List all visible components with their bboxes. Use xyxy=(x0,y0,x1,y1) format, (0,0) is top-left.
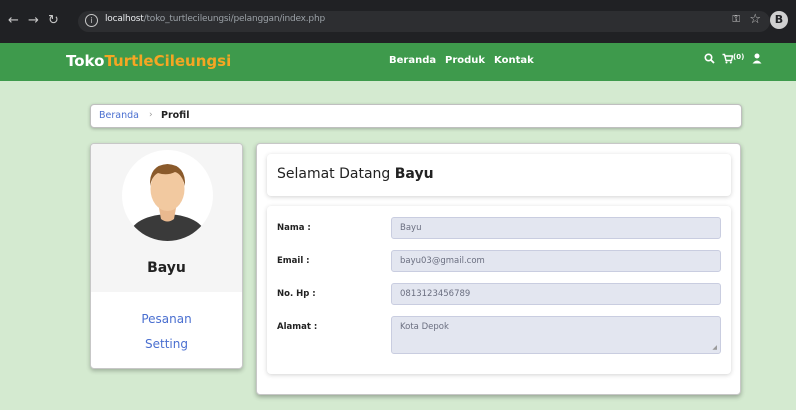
key-icon[interactable]: ⚿ xyxy=(732,14,740,25)
nama-field[interactable]: Bayu xyxy=(391,217,721,239)
nav-link-produk[interactable]: Produk xyxy=(445,55,485,66)
label-alamat: Alamat : xyxy=(277,322,318,332)
forward-icon[interactable]: → xyxy=(28,12,39,30)
profile-link-pesanan[interactable]: Pesanan xyxy=(91,312,242,326)
profile-form: Nama : Bayu Email : bayu03@gmail.com No.… xyxy=(267,206,731,374)
breadcrumb-current: Profil xyxy=(161,110,190,121)
nav-link-beranda[interactable]: Beranda xyxy=(389,55,436,66)
search-icon[interactable] xyxy=(704,53,715,67)
reload-icon[interactable]: ↻ xyxy=(48,12,59,30)
url-text[interactable]: localhost/toko_turtlecileungsi/pelanggan… xyxy=(105,14,325,24)
cart-button[interactable]: (0) xyxy=(722,53,744,67)
email-field[interactable]: bayu03@gmail.com xyxy=(391,250,721,272)
welcome-box: Selamat Datang Bayu xyxy=(267,154,731,196)
profile-link-setting[interactable]: Setting xyxy=(91,337,242,351)
avatar-icon xyxy=(122,150,213,241)
site-navbar: TokoTurtleCileungsi Beranda Produk Konta… xyxy=(0,43,796,81)
alamat-value: Kota Depok xyxy=(400,322,449,332)
extension-icon[interactable]: B xyxy=(770,11,788,29)
welcome-heading: Selamat Datang Bayu xyxy=(277,166,434,182)
breadcrumb-separator: › xyxy=(149,110,153,120)
profile-detail-card: Selamat Datang Bayu Nama : Bayu Email : … xyxy=(256,143,741,395)
label-nama: Nama : xyxy=(277,223,311,233)
profile-name: Bayu xyxy=(147,260,186,276)
star-icon[interactable]: ☆ xyxy=(749,12,761,27)
info-icon[interactable]: i xyxy=(85,14,98,27)
label-nohp: No. Hp : xyxy=(277,289,316,299)
back-icon[interactable]: ← xyxy=(8,12,19,30)
cart-icon xyxy=(722,53,734,64)
user-icon[interactable] xyxy=(752,53,762,67)
breadcrumb: Beranda › Profil xyxy=(90,104,742,128)
browser-chrome: ← → ↻ i localhost/toko_turtlecileungsi/p… xyxy=(0,0,796,43)
breadcrumb-home[interactable]: Beranda xyxy=(99,110,139,121)
nav-link-kontak[interactable]: Kontak xyxy=(494,55,534,66)
alamat-field[interactable]: Kota Depok ◢ xyxy=(391,316,721,354)
cart-count: (0) xyxy=(733,53,745,61)
profile-header: Bayu xyxy=(91,144,242,292)
phone-field[interactable]: 0813123456789 xyxy=(391,283,721,305)
brand-logo[interactable]: TokoTurtleCileungsi xyxy=(66,52,231,70)
resize-grip-icon[interactable]: ◢ xyxy=(712,344,717,351)
address-bar[interactable]: i localhost/toko_turtlecileungsi/pelangg… xyxy=(78,11,770,32)
label-email: Email : xyxy=(277,256,310,266)
profile-card: Bayu Pesanan Setting xyxy=(90,143,243,369)
